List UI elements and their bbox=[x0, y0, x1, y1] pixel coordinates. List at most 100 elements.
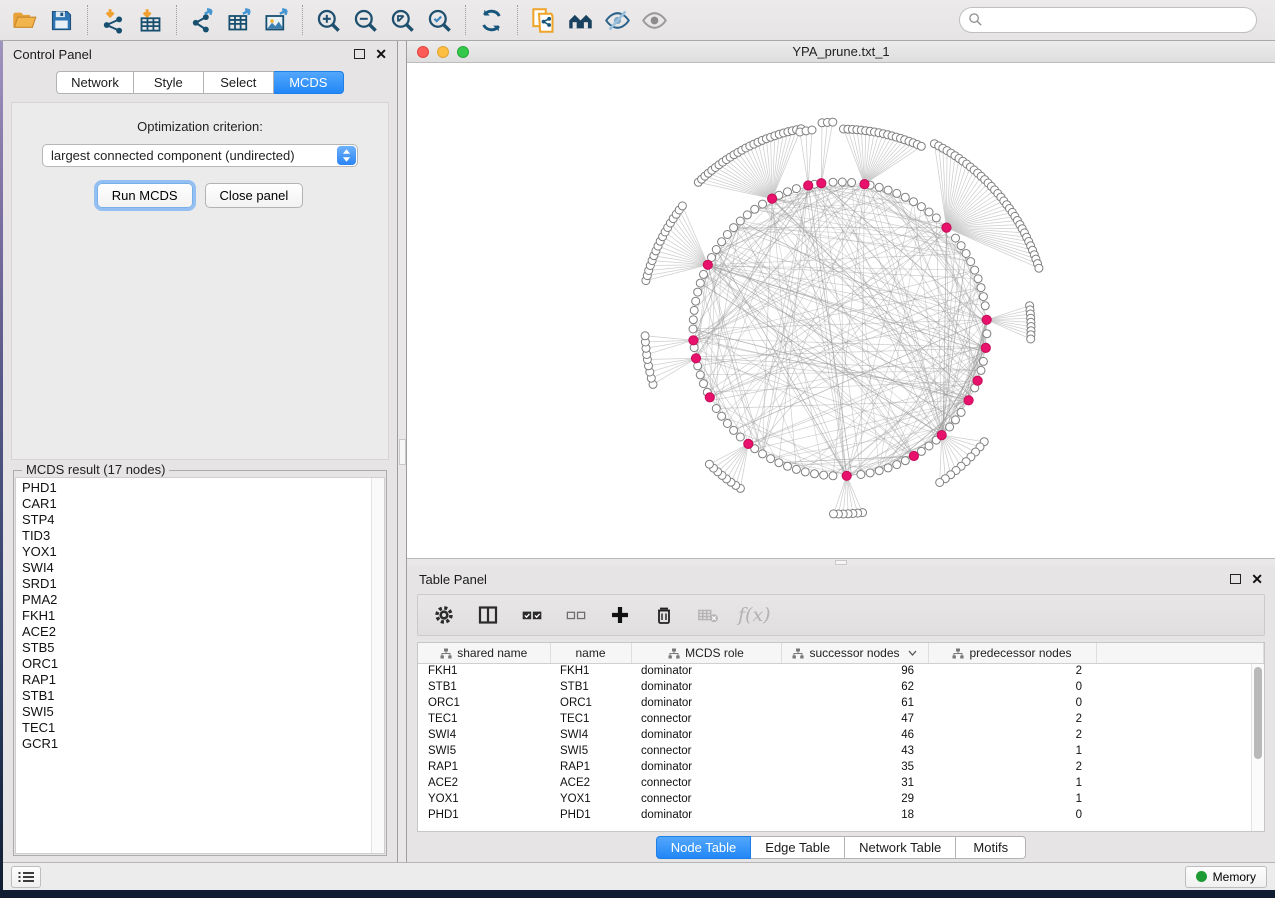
column-header-name[interactable]: name bbox=[550, 643, 631, 663]
network-node[interactable] bbox=[712, 246, 720, 254]
tab-node-table[interactable]: Node Table bbox=[656, 836, 752, 859]
close-panel-icon[interactable]: ✕ bbox=[375, 47, 387, 61]
search-input[interactable] bbox=[959, 7, 1257, 33]
network-node[interactable] bbox=[977, 284, 985, 292]
cell[interactable]: 0 bbox=[928, 695, 1096, 711]
optimization-criterion-select[interactable]: largest connected component (undirected) bbox=[42, 144, 358, 167]
cell[interactable]: 46 bbox=[781, 727, 928, 743]
mcds-result-item[interactable]: PMA2 bbox=[22, 592, 384, 608]
network-node[interactable] bbox=[712, 405, 720, 413]
network-node[interactable] bbox=[759, 450, 767, 458]
cell[interactable]: 47 bbox=[781, 711, 928, 727]
mcds-result-item[interactable]: ACE2 bbox=[22, 624, 384, 640]
network-leaf-node[interactable] bbox=[936, 479, 944, 487]
mcds-result-item[interactable]: STB5 bbox=[22, 640, 384, 656]
tab-motifs[interactable]: Motifs bbox=[956, 836, 1026, 859]
network-node[interactable] bbox=[857, 471, 865, 479]
table-settings-button[interactable] bbox=[426, 598, 462, 632]
cell[interactable]: STB1 bbox=[550, 679, 631, 695]
apply-layout-button[interactable] bbox=[473, 1, 510, 39]
cell[interactable]: SWI5 bbox=[550, 743, 631, 759]
network-hub-node[interactable] bbox=[705, 393, 714, 402]
table-row[interactable]: TEC1TEC1connector472 bbox=[418, 711, 1264, 727]
network-node[interactable] bbox=[910, 198, 918, 206]
network-node[interactable] bbox=[784, 188, 792, 196]
cell[interactable]: 2 bbox=[928, 663, 1096, 679]
network-hub-node[interactable] bbox=[703, 260, 712, 269]
mcds-result-list[interactable]: PHD1CAR1STP4TID3YOX1SWI4SRD1PMA2FKH1ACE2… bbox=[15, 477, 385, 854]
run-mcds-button[interactable]: Run MCDS bbox=[97, 183, 193, 208]
mcds-result-item[interactable]: PHD1 bbox=[22, 480, 384, 496]
network-node[interactable] bbox=[884, 464, 892, 472]
scrollbar-thumb[interactable] bbox=[1254, 667, 1262, 759]
export-network-button[interactable] bbox=[184, 1, 221, 39]
cell[interactable]: dominator bbox=[631, 727, 781, 743]
network-leaf-node[interactable] bbox=[917, 142, 925, 150]
import-network-button[interactable] bbox=[95, 1, 132, 39]
network-node[interactable] bbox=[690, 306, 698, 314]
mcds-result-item[interactable]: SWI5 bbox=[22, 704, 384, 720]
cell[interactable]: YOX1 bbox=[418, 791, 550, 807]
mcds-result-item[interactable]: CAR1 bbox=[22, 496, 384, 512]
mcds-result-item[interactable]: SWI4 bbox=[22, 560, 384, 576]
network-node[interactable] bbox=[775, 459, 783, 467]
network-node[interactable] bbox=[979, 357, 987, 365]
create-column-button[interactable] bbox=[602, 598, 638, 632]
cell[interactable]: 35 bbox=[781, 759, 928, 775]
network-node[interactable] bbox=[751, 205, 759, 213]
cell[interactable]: connector bbox=[631, 775, 781, 791]
network-node[interactable] bbox=[696, 279, 704, 287]
float-panel-icon[interactable] bbox=[1230, 574, 1241, 584]
mcds-result-item[interactable]: STP4 bbox=[22, 512, 384, 528]
new-network-from-selection-button[interactable] bbox=[525, 1, 562, 39]
table-row[interactable]: RAP1RAP1dominator352 bbox=[418, 759, 1264, 775]
zoom-selected-button[interactable] bbox=[421, 1, 458, 39]
close-panel-icon[interactable]: ✕ bbox=[1251, 572, 1263, 586]
table-row[interactable]: YOX1YOX1connector291 bbox=[418, 791, 1264, 807]
network-node[interactable] bbox=[893, 189, 901, 197]
network-node[interactable] bbox=[946, 423, 954, 431]
cell[interactable]: RAP1 bbox=[550, 759, 631, 775]
network-node[interactable] bbox=[792, 185, 800, 193]
float-panel-icon[interactable] bbox=[354, 49, 365, 59]
network-node[interactable] bbox=[743, 211, 751, 219]
network-hub-node[interactable] bbox=[768, 194, 777, 203]
network-node[interactable] bbox=[718, 238, 726, 246]
cell[interactable]: 1 bbox=[928, 743, 1096, 759]
table-row[interactable]: SWI5SWI5connector431 bbox=[418, 743, 1264, 759]
network-node[interactable] bbox=[875, 467, 883, 475]
hide-selected-button[interactable] bbox=[599, 1, 636, 39]
cell[interactable]: ORC1 bbox=[550, 695, 631, 711]
network-node[interactable] bbox=[736, 433, 744, 441]
cell[interactable]: dominator bbox=[631, 807, 781, 823]
network-node[interactable] bbox=[767, 455, 775, 463]
cell[interactable]: ORC1 bbox=[418, 695, 550, 711]
zoom-out-button[interactable] bbox=[347, 1, 384, 39]
cell[interactable]: 0 bbox=[928, 679, 1096, 695]
maximize-window-icon[interactable] bbox=[457, 46, 469, 58]
cell[interactable]: dominator bbox=[631, 695, 781, 711]
network-hub-node[interactable] bbox=[691, 354, 700, 363]
table-row[interactable]: FKH1FKH1dominator962 bbox=[418, 663, 1264, 679]
network-hub-node[interactable] bbox=[982, 315, 991, 324]
network-node[interactable] bbox=[820, 471, 828, 479]
cell[interactable]: STB1 bbox=[418, 679, 550, 695]
table-row[interactable]: SWI4SWI4dominator462 bbox=[418, 727, 1264, 743]
network-canvas[interactable] bbox=[407, 63, 1275, 558]
column-header-MCDS-role[interactable]: MCDS role bbox=[631, 643, 781, 663]
network-node[interactable] bbox=[694, 288, 702, 296]
tab-network-table[interactable]: Network Table bbox=[845, 836, 956, 859]
network-node[interactable] bbox=[977, 366, 985, 374]
tab-select[interactable]: Select bbox=[204, 71, 274, 94]
network-hub-node[interactable] bbox=[689, 336, 698, 345]
network-node[interactable] bbox=[932, 214, 940, 222]
network-node[interactable] bbox=[829, 472, 837, 480]
cell[interactable]: dominator bbox=[631, 679, 781, 695]
network-hub-node[interactable] bbox=[909, 451, 918, 460]
network-node[interactable] bbox=[925, 208, 933, 216]
network-hub-node[interactable] bbox=[842, 471, 851, 480]
network-node[interactable] bbox=[901, 457, 909, 465]
close-window-icon[interactable] bbox=[417, 46, 429, 58]
network-leaf-node[interactable] bbox=[830, 510, 838, 518]
network-hub-node[interactable] bbox=[942, 223, 951, 232]
